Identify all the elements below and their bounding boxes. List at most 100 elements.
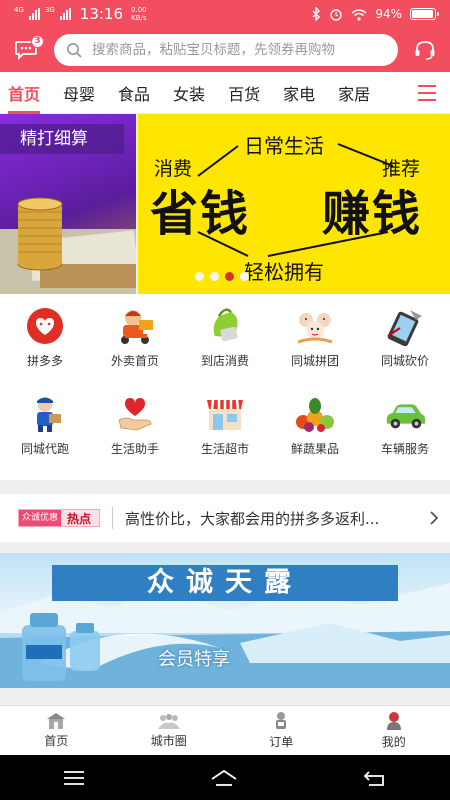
carousel-dot[interactable] [195, 272, 204, 281]
service-label: 同城代跑 [20, 442, 69, 456]
banner-main-slide: 日常生活 消费 推荐 省钱 赚钱 轻松拥有 [138, 114, 450, 294]
carousel-dot[interactable] [240, 272, 249, 281]
service-label: 到店消费 [200, 354, 249, 368]
headset-icon [415, 41, 435, 60]
service-label: 同城砍价 [380, 354, 429, 368]
service-bargain[interactable]: 同城砍价 [360, 304, 450, 369]
alarm-icon [330, 9, 343, 21]
shopping-bag-icon [213, 308, 238, 342]
nav-label: 订单 [269, 735, 294, 749]
tab-general-goods[interactable]: 百货 [228, 72, 260, 114]
service-in-store[interactable]: 到店消费 [180, 304, 270, 369]
service-label: 生活助手 [110, 442, 159, 456]
tab-womens-wear[interactable]: 女装 [173, 72, 205, 114]
divider [112, 507, 113, 529]
back-icon[interactable] [363, 769, 387, 787]
delivery-icon [121, 310, 153, 344]
wifi-icon [351, 8, 367, 21]
network-speed: 0.00 KB/s [131, 6, 147, 22]
hot-news-bar[interactable]: 众诚优惠 热点 高性价比，大家都会用的拼多多返利... [0, 494, 450, 542]
service-label: 同城拼团 [290, 354, 339, 368]
system-navigation-bar [0, 755, 450, 800]
chevron-right-icon[interactable] [429, 510, 439, 526]
service-delivery[interactable]: 外卖首页 [90, 304, 180, 369]
banner-carousel[interactable]: 精打细算 日常生活 消费 推荐 省钱 赚钱 轻松拥有 [0, 114, 450, 294]
banner-word-earn-money: 赚钱 [322, 186, 423, 242]
supermarket-icon [207, 399, 243, 430]
nav-label: 城市圈 [150, 734, 187, 748]
promo-subtitle: 会员特享 [158, 649, 230, 670]
home-icon[interactable] [210, 769, 238, 787]
carousel-dot-active[interactable] [225, 272, 234, 281]
network-type-1: 4G [14, 5, 24, 14]
tab-home[interactable]: 首页 [8, 72, 41, 114]
service-vehicle[interactable]: 车辆服务 [360, 392, 450, 457]
menu-icon[interactable] [63, 770, 85, 786]
service-label: 鲜蔬果品 [290, 442, 339, 456]
message-count-badge: 3 [31, 35, 44, 48]
search-box[interactable] [54, 34, 398, 66]
banner-word-save-money: 省钱 [150, 186, 251, 242]
home-icon [47, 713, 66, 729]
search-header: 3 [0, 28, 450, 72]
tab-maternity[interactable]: 母婴 [63, 72, 95, 114]
service-pinduoduo[interactable]: 拼多多 [0, 304, 90, 369]
carousel-dot[interactable] [210, 272, 219, 281]
menu-icon[interactable] [418, 85, 436, 101]
banner-word-easy-own: 轻松拥有 [244, 260, 324, 284]
hot-badge-brand: 众诚优惠 [19, 510, 62, 526]
bargain-icon [387, 310, 422, 346]
hot-news-text[interactable]: 高性价比，大家都会用的拼多多返利... [125, 508, 425, 529]
bluetooth-icon [312, 7, 321, 21]
banner-left-label: 精打细算 [0, 124, 124, 154]
status-bar: 4G 3G 13:16 0.00 KB/s 94% [0, 0, 450, 28]
network-type-2: 3G [44, 5, 55, 14]
service-errand[interactable]: 同城代跑 [0, 392, 90, 457]
service-grid: 拼多多 外卖首页 到店消费 同城拼团 同城砍价 同城代跑 生活助手 生活超市 鲜… [0, 294, 450, 480]
nav-home[interactable]: 首页 [0, 706, 113, 755]
profile-icon [386, 712, 401, 730]
battery-icon [410, 8, 439, 20]
promo-banner[interactable]: 众诚天露 会员特享 [0, 553, 450, 688]
service-label: 生活超市 [200, 442, 249, 456]
nav-label: 我的 [381, 735, 406, 749]
service-group-buy[interactable]: 同城拼团 [270, 304, 360, 369]
service-label: 外卖首页 [110, 354, 159, 368]
service-label: 拼多多 [26, 354, 63, 368]
car-icon [386, 404, 426, 429]
helping-hand-icon [118, 398, 152, 431]
nav-profile[interactable]: 我的 [338, 706, 450, 755]
group-buy-icon [297, 313, 333, 344]
tab-home-furnishing[interactable]: 家居 [338, 72, 370, 114]
hot-badge-label: 热点 [67, 511, 92, 526]
nav-city-circle[interactable]: 城市圈 [113, 706, 226, 755]
service-fruits-veg[interactable]: 鲜蔬果品 [270, 392, 360, 457]
battery-percent: 94% [375, 7, 402, 21]
nav-orders[interactable]: 订单 [225, 706, 338, 755]
service-supermarket[interactable]: 生活超市 [180, 392, 270, 457]
orders-icon [276, 712, 287, 729]
signal-icon [28, 8, 40, 20]
hot-badge: 众诚优惠 热点 [18, 509, 100, 527]
customer-service-button[interactable] [410, 34, 440, 66]
search-icon [67, 43, 82, 58]
bottom-navigation: 首页 城市圈 订单 我的 [0, 705, 450, 755]
service-label: 车辆服务 [380, 442, 429, 456]
search-input[interactable] [92, 42, 386, 58]
city-circle-icon [157, 714, 180, 729]
category-tabs: 首页 母婴 食品 女装 百货 家电 家居 [0, 72, 450, 114]
fruits-icon [296, 398, 334, 432]
banner-word-daily-life: 日常生活 [244, 134, 324, 158]
nav-label: 首页 [44, 734, 69, 748]
tab-appliances[interactable]: 家电 [283, 72, 315, 114]
service-life-helper[interactable]: 生活助手 [90, 392, 180, 457]
banner-left-slide: 精打细算 [0, 114, 136, 294]
signal-icon [59, 8, 71, 20]
pinduoduo-icon [27, 308, 63, 344]
courier-icon [37, 397, 61, 432]
promo-title: 众诚天露 [52, 565, 398, 601]
carousel-indicator [195, 272, 249, 281]
tab-food[interactable]: 食品 [118, 72, 150, 114]
messages-button[interactable]: 3 [10, 34, 44, 66]
clock: 13:16 [79, 5, 124, 23]
